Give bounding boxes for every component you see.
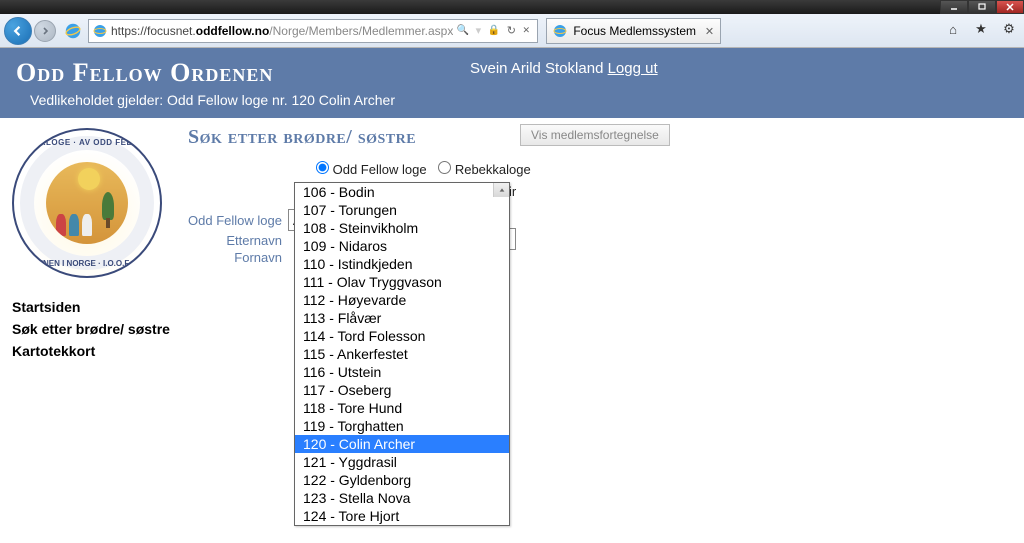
sidebar-item[interactable]: Søk etter brødre/ søstre	[12, 318, 176, 340]
show-member-list-button[interactable]: Vis medlemsfortegnelse	[520, 124, 670, 146]
dropdown-option[interactable]: 123 - Stella Nova	[295, 489, 509, 507]
dropdown-option[interactable]: 118 - Tore Hund	[295, 399, 509, 417]
label-etternavn: Etternavn	[188, 233, 288, 248]
dropdown-option[interactable]: 113 - Flåvær	[295, 309, 509, 327]
dropdown-option[interactable]: 114 - Tord Folesson	[295, 327, 509, 345]
dropdown-option[interactable]: 122 - Gyldenborg	[295, 471, 509, 489]
lock-icon: 🔒	[488, 25, 500, 36]
search-icon[interactable]: 🔍	[457, 25, 469, 36]
tab-favicon-icon	[553, 24, 567, 38]
browser-tab[interactable]: Focus Medlemssystem ✕	[546, 18, 721, 44]
favorites-icon[interactable]: ★	[972, 20, 990, 38]
scroll-up-icon[interactable]	[493, 183, 509, 197]
browser-toolbar: https://focusnet.oddfellow.no/Norge/Memb…	[0, 14, 1024, 48]
dropdown-option[interactable]: 124 - Tore Hjort	[295, 507, 509, 525]
gear-icon[interactable]: ⚙	[1000, 20, 1018, 38]
app-header: Odd Fellow Ordenen Vedlikeholdet gjelder…	[0, 48, 1024, 118]
stop-icon[interactable]: ✕	[522, 25, 530, 36]
dropdown-option[interactable]: 106 - Bodin	[295, 183, 509, 201]
dropdown-option[interactable]: 111 - Olav Tryggvason	[295, 273, 509, 291]
dropdown-option[interactable]: 115 - Ankerfestet	[295, 345, 509, 363]
site-favicon-icon	[93, 24, 107, 38]
refresh-icon[interactable]: ↻	[507, 24, 516, 37]
loge-dropdown-list[interactable]: 106 - Bodin107 - Torungen108 - Steinvikh…	[294, 182, 510, 526]
address-bar[interactable]: https://focusnet.oddfellow.no/Norge/Memb…	[88, 19, 538, 43]
dropdown-option[interactable]: 108 - Steinvikholm	[295, 219, 509, 237]
dropdown-option[interactable]: 109 - Nidaros	[295, 237, 509, 255]
label-fornavn: Fornavn	[188, 250, 288, 265]
user-block: Svein Arild Stokland Logg ut	[470, 60, 658, 77]
user-name: Svein Arild Stokland	[470, 60, 603, 77]
browser-forward-button[interactable]	[34, 20, 56, 42]
dropdown-option[interactable]: 120 - Colin Archer	[295, 435, 509, 453]
label-loge: Odd Fellow loge	[188, 213, 288, 228]
sidebar-item[interactable]: Kartotekkort	[12, 340, 176, 362]
main-panel: Søk etter brødre/ søstre Vis medlemsfort…	[188, 118, 1024, 372]
sidebar: STORLOGE · AV ODD FELLOW ORDENEN I NORGE…	[0, 118, 188, 372]
window-titlebar	[0, 0, 1024, 14]
window-close-button[interactable]	[996, 0, 1024, 14]
dropdown-option[interactable]: 107 - Torungen	[295, 201, 509, 219]
org-seal-icon: STORLOGE · AV ODD FELLOW ORDENEN I NORGE…	[12, 128, 162, 278]
seal-text-bot: ORDENEN I NORGE · I.O.O.F · 1920	[14, 259, 160, 268]
app-subtitle: Vedlikeholdet gjelder: Odd Fellow loge n…	[30, 92, 1024, 108]
logout-link[interactable]: Logg ut	[608, 60, 658, 77]
window-minimize-button[interactable]	[940, 0, 968, 14]
sidebar-item[interactable]: Startsiden	[12, 296, 176, 318]
input-edge	[510, 228, 516, 250]
dropdown-option[interactable]: 117 - Oseberg	[295, 381, 509, 399]
home-icon[interactable]: ⌂	[944, 20, 962, 38]
dropdown-option[interactable]: 110 - Istindkjeden	[295, 255, 509, 273]
browser-back-button[interactable]	[4, 17, 32, 45]
ie-logo-icon	[64, 22, 82, 40]
radio-oddfellow-loge[interactable]: Odd Fellow loge	[316, 162, 427, 177]
tab-close-icon[interactable]: ✕	[705, 25, 714, 38]
seal-text-top: STORLOGE · AV ODD FELLOW	[14, 138, 160, 147]
dropdown-option[interactable]: 116 - Utstein	[295, 363, 509, 381]
window-maximize-button[interactable]	[968, 0, 996, 14]
address-url: https://focusnet.oddfellow.no/Norge/Memb…	[111, 24, 453, 38]
tab-title: Focus Medlemssystem	[573, 24, 696, 38]
dropdown-option[interactable]: 112 - Høyevarde	[295, 291, 509, 309]
dropdown-option[interactable]: 121 - Yggdrasil	[295, 453, 509, 471]
dropdown-option[interactable]: 119 - Torghatten	[295, 417, 509, 435]
radio-rebekkaloge[interactable]: Rebekkaloge	[438, 162, 531, 177]
